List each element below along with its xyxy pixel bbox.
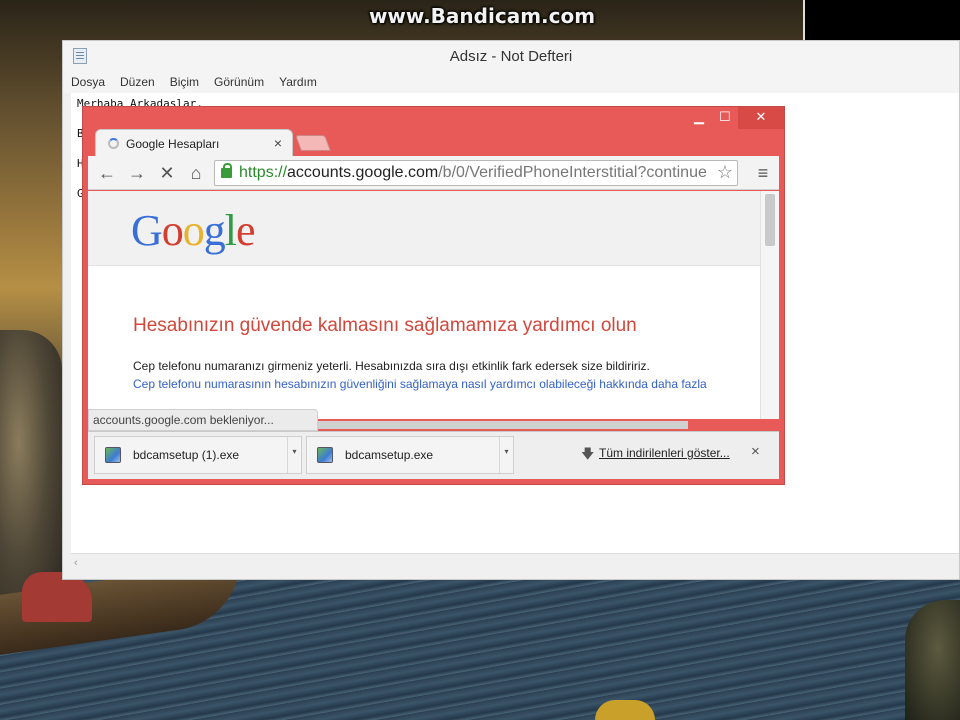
download-item[interactable]: bdcamsetup.exe ▾ — [306, 436, 514, 474]
google-header: Google — [88, 191, 760, 266]
google-logo: Google — [131, 206, 256, 255]
browser-toolbar: ← → ✕ ⌂ https://accounts.google.com/b/0/… — [88, 156, 779, 190]
recording-watermark: www.Bandicam.com — [368, 4, 596, 28]
loading-spinner-icon — [108, 138, 119, 149]
scroll-left-icon[interactable]: ‹ — [74, 557, 78, 569]
back-icon[interactable]: ← — [96, 162, 118, 184]
chevron-down-icon[interactable]: ▾ — [287, 437, 301, 473]
forward-icon[interactable]: → — [126, 162, 148, 184]
wallpaper-boat-small — [595, 700, 655, 720]
download-filename: bdcamsetup (1).exe — [133, 448, 240, 462]
menu-yardim[interactable]: Yardım — [279, 75, 317, 89]
window-controls: ▁ ☐ ✕ — [686, 107, 784, 129]
bookmark-star-icon[interactable]: ☆ — [717, 162, 733, 183]
status-bubble: accounts.google.com bekleniyor... — [88, 409, 318, 431]
menu-gorunum[interactable]: Görünüm — [214, 75, 264, 89]
menu-duzen[interactable]: Düzen — [120, 75, 155, 89]
wallpaper-rock — [905, 600, 960, 720]
installer-icon — [317, 447, 333, 463]
download-filename: bdcamsetup.exe — [345, 448, 434, 462]
tab-close-icon[interactable]: × — [274, 135, 282, 151]
address-url: https://accounts.google.com/b/0/Verified… — [239, 164, 709, 182]
home-icon[interactable]: ⌂ — [185, 162, 207, 184]
page-horizontal-scrollbar[interactable] — [318, 421, 688, 429]
stop-icon[interactable]: ✕ — [156, 162, 178, 184]
tab-google-hesaplari[interactable]: Google Hesapları × — [95, 129, 293, 157]
menu-dosya[interactable]: Dosya — [71, 75, 105, 89]
url-scheme: https:// — [239, 164, 288, 181]
show-all-downloads-link[interactable]: Tüm indirilenleri göster... — [599, 446, 730, 460]
minimize-button[interactable]: ▁ — [686, 107, 712, 129]
tab-title: Google Hesapları — [126, 137, 220, 151]
background-window — [805, 0, 960, 40]
wallpaper-cliff — [0, 330, 62, 610]
scrollbar-thumb[interactable] — [765, 194, 775, 246]
notepad-title: Adsız - Not Defteri — [449, 48, 573, 65]
url-path: /b/0/VerifiedPhoneInterstitial?continue — [438, 164, 707, 181]
notepad-menubar: Dosya Düzen Biçim Görünüm Yardım — [63, 71, 959, 93]
menu-bicim[interactable]: Biçim — [170, 75, 199, 89]
download-arrow-icon: 🡇 — [581, 446, 595, 461]
page-heading: Hesabınızın güvende kalmasını sağlamamız… — [133, 315, 637, 336]
address-bar[interactable]: https://accounts.google.com/b/0/Verified… — [214, 160, 738, 186]
download-item[interactable]: bdcamsetup (1).exe ▾ — [94, 436, 302, 474]
notepad-titlebar[interactable]: Adsız - Not Defteri — [63, 41, 959, 71]
lock-icon[interactable] — [221, 163, 232, 178]
close-download-shelf-icon[interactable]: × — [751, 443, 760, 460]
page-content: Google Hesabınızın güvende kalmasını sağ… — [88, 191, 779, 419]
page-description: Cep telefonu numaranızı girmeniz yeterli… — [133, 359, 650, 373]
chrome-window[interactable]: ▁ ☐ ✕ Google Hesapları × ← → ✕ ⌂ https:/… — [82, 106, 785, 485]
url-host: accounts.google.com — [287, 164, 439, 181]
page-vertical-scrollbar[interactable] — [760, 191, 779, 419]
learn-more-link[interactable]: Cep telefonu numarasının hesabınızın güv… — [133, 377, 707, 391]
chrome-menu-icon[interactable]: ≡ — [752, 162, 774, 184]
installer-icon — [105, 447, 121, 463]
new-tab-button[interactable] — [295, 135, 331, 151]
maximize-button[interactable]: ☐ — [712, 107, 738, 129]
close-window-button[interactable]: ✕ — [738, 107, 784, 129]
notepad-horizontal-scrollbar[interactable]: ‹ — [71, 553, 959, 573]
chevron-down-icon[interactable]: ▾ — [499, 437, 513, 473]
download-shelf: bdcamsetup (1).exe ▾ bdcamsetup.exe ▾ 🡇 … — [88, 431, 779, 479]
